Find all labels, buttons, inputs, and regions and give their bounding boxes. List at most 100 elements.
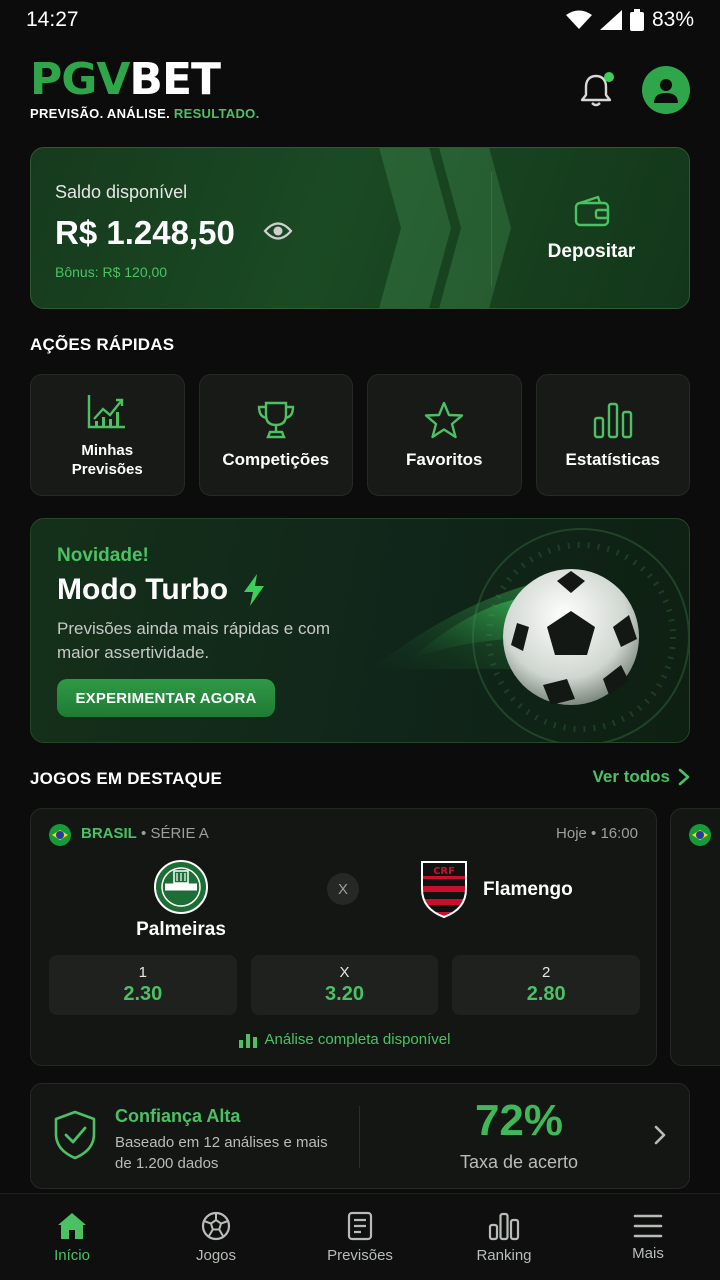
odd-value: 3.20 [325,983,364,1005]
app-header: PGVBET PREVISÃO. ANÁLISE. RESULTADO. [30,58,690,124]
quick-actions: Minhas Previsões Competições Favoritos Es… [30,374,690,496]
away-team-name: Flamengo [483,879,573,900]
chevron-right-icon [678,768,690,786]
soccer-ball-illustration [371,528,689,742]
brazil-flag-icon [49,824,71,846]
chevron-right-icon [654,1125,666,1145]
tagline-accent: RESULTADO. [173,106,260,121]
profile-avatar-button[interactable] [642,66,690,114]
full-analysis-link[interactable]: Análise completa disponível [31,1031,658,1048]
trophy-icon [257,401,294,439]
wallet-icon [574,195,609,227]
bottom-navigation: Início Jogos Previsões Ranking Mais [0,1193,720,1280]
nav-games[interactable]: Jogos [144,1194,288,1280]
promo-title: Modo Turbo [57,573,229,606]
deposit-button[interactable]: Depositar [492,148,689,308]
status-time: 14:27 [26,8,79,31]
quick-actions-title: AÇÕES RÁPIDAS [30,335,175,354]
home-icon [58,1212,86,1239]
confidence-description: Baseado em 12 análises e mais de 1.200 d… [115,1134,328,1172]
bar-chart-icon [238,1033,257,1048]
accuracy-label: Taxa de acerto [459,1152,579,1172]
confidence-card[interactable]: Confiança Alta Baseado em 12 análises e … [30,1083,690,1189]
bar-chart-icon [593,402,632,439]
nav-label: Início [54,1246,90,1264]
promo-description: Previsões ainda mais rápidas e com maior… [57,619,331,662]
odd-label: 1 [138,964,147,981]
balance-card: Saldo disponível R$ 1.248,50 Bônus: R$ 1… [30,147,690,309]
quick-action-my-predictions[interactable]: Minhas Previsões [30,374,185,496]
odd-label: X [339,964,350,981]
status-icons: 83% [565,8,694,32]
match-card-next[interactable] [670,808,720,1066]
odd-value: 2.30 [123,983,163,1005]
try-now-button[interactable]: EXPERIMENTAR AGORA [57,679,275,717]
odd-draw-button[interactable]: X 3.20 [250,955,439,1015]
league-info: BRASIL • SÉRIE A [81,825,209,842]
notification-dot [604,72,614,82]
deposit-label: Depositar [547,241,636,262]
nav-label: Mais [632,1244,664,1262]
confidence-title: Confiança Alta [115,1106,241,1126]
bar-chart-icon [488,1212,520,1240]
palmeiras-crest-icon [154,860,208,914]
balance-value: R$ 1.248,50 [55,214,235,251]
league-country: BRASIL [81,825,137,842]
shield-check-icon [54,1110,96,1160]
soccer-ball-icon [201,1211,231,1240]
user-icon [654,79,678,103]
promo-kicker: Novidade! [57,545,149,566]
league-separator: • [136,825,151,842]
document-icon [347,1211,373,1240]
match-time: Hoje • 16:00 [556,825,638,842]
quick-action-statistics[interactable]: Estatísticas [535,374,690,496]
nav-label: Ranking [476,1246,532,1264]
see-all-link[interactable]: Ver todos [593,767,690,787]
star-icon [425,401,464,439]
odd-home-button[interactable]: 1 2.30 [49,955,237,1015]
battery-percent: 83% [651,8,694,31]
quick-action-label: Estatísticas [565,450,661,469]
home-team-name: Palmeiras [136,919,226,940]
odds-row: 1 2.30 X 3.20 2 2.80 [49,955,641,1015]
tagline-main: PREVISÃO. ANÁLISE. [30,106,174,121]
chart-growth-icon [88,395,126,429]
odd-label: 2 [542,964,551,981]
nav-more[interactable]: Mais [576,1194,720,1280]
nav-predictions[interactable]: Previsões [288,1194,432,1280]
quick-action-label: Favoritos [405,450,483,469]
nav-home[interactable]: Início [0,1194,144,1280]
status-bar: 14:27 83% [0,0,720,40]
accuracy-percent: 72% [474,1096,564,1145]
notifications-button[interactable] [576,70,616,110]
league-name: SÉRIE A [150,825,209,842]
bonus-amount: Bônus: R$ 120,00 [55,264,168,280]
quick-action-competitions[interactable]: Competições [198,374,353,496]
signal-icon [599,10,622,30]
promo-banner: Novidade! Modo Turbo Previsões ainda mai… [30,518,690,743]
odd-value: 2.80 [526,983,566,1005]
eye-icon[interactable] [263,220,293,242]
nav-ranking[interactable]: Ranking [432,1194,576,1280]
divider [359,1106,360,1168]
svg-text:CRF: CRF [433,866,455,877]
match-card[interactable]: BRASIL • SÉRIE A Hoje • 16:00 Palmeiras … [30,808,657,1066]
see-all-label: Ver todos [592,767,670,786]
analysis-label: Análise completa disponível [264,1031,451,1048]
lightning-bolt-icon [244,574,264,606]
brazil-flag-icon [689,824,711,846]
logo-pgv: PGV [30,54,130,105]
logo-bet: BET [129,54,221,105]
balance-label: Saldo disponível [55,182,188,202]
wifi-icon [565,10,592,29]
nav-label: Previsões [327,1246,393,1264]
quick-action-label: Minhas Previsões [71,442,143,478]
versus-badge: X [327,873,359,905]
battery-icon [629,9,644,31]
nav-label: Jogos [195,1246,237,1264]
flamengo-crest-icon: CRF [421,861,467,919]
menu-icon [633,1214,663,1237]
featured-matches-title: JOGOS EM DESTAQUE [30,769,223,788]
quick-action-favorites[interactable]: Favoritos [367,374,522,496]
odd-away-button[interactable]: 2 2.80 [452,955,641,1015]
